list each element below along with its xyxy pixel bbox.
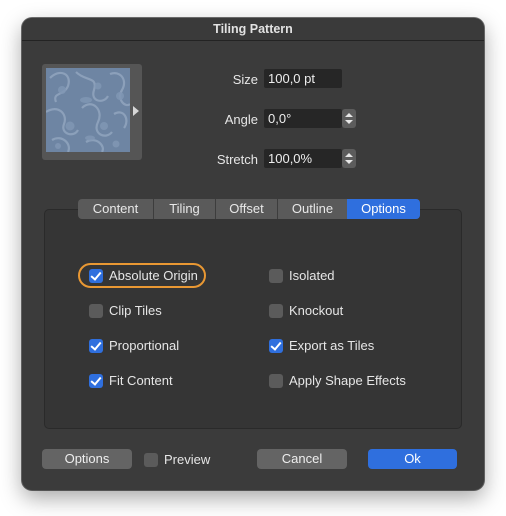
tab-offset[interactable]: Offset bbox=[215, 199, 277, 219]
angle-field[interactable]: 0,0° bbox=[264, 109, 342, 128]
stepper-up-icon[interactable] bbox=[345, 113, 353, 117]
clip-tiles-checkbox[interactable]: Clip Tiles bbox=[89, 303, 162, 318]
tab-outline[interactable]: Outline bbox=[277, 199, 347, 219]
window-title: Tiling Pattern bbox=[22, 18, 484, 41]
options-button[interactable]: Options bbox=[42, 449, 132, 469]
tab-bar: Content Tiling Offset Outline Options bbox=[78, 199, 420, 219]
preview-label: Preview bbox=[164, 452, 211, 467]
size-field[interactable]: 100,0 pt bbox=[264, 69, 342, 88]
knockout-label: Knockout bbox=[289, 303, 344, 318]
absolute-origin-checkbox[interactable]: Absolute Origin bbox=[89, 268, 198, 283]
preview-disclosure-arrow-icon[interactable] bbox=[133, 106, 139, 116]
stepper-down-icon[interactable] bbox=[345, 160, 353, 164]
stretch-stepper[interactable] bbox=[342, 149, 356, 168]
tab-content[interactable]: Content bbox=[78, 199, 153, 219]
preview-checkbox[interactable]: Preview bbox=[144, 452, 210, 467]
pattern-preview-image bbox=[46, 68, 130, 152]
checkbox-unchecked-icon[interactable] bbox=[269, 373, 283, 388]
tab-tiling[interactable]: Tiling bbox=[153, 199, 215, 219]
checkbox-checked-icon[interactable] bbox=[89, 338, 103, 353]
export-as-tiles-checkbox[interactable]: Export as Tiles bbox=[269, 338, 374, 353]
stretch-label: Stretch bbox=[216, 152, 258, 167]
checkbox-unchecked-icon[interactable] bbox=[89, 303, 103, 318]
isolated-checkbox[interactable]: Isolated bbox=[269, 268, 335, 283]
checkbox-checked-icon[interactable] bbox=[269, 338, 283, 353]
clip-tiles-label: Clip Tiles bbox=[109, 303, 162, 318]
export-as-tiles-label: Export as Tiles bbox=[289, 338, 375, 353]
checkbox-unchecked-icon[interactable] bbox=[144, 452, 158, 467]
checkbox-checked-icon[interactable] bbox=[89, 268, 103, 283]
stretch-field[interactable]: 100,0% bbox=[264, 149, 342, 168]
damask-pattern-graphic bbox=[46, 68, 130, 152]
angle-label: Angle bbox=[224, 112, 258, 127]
apply-shape-effects-checkbox[interactable]: Apply Shape Effects bbox=[269, 373, 406, 388]
checkbox-unchecked-icon[interactable] bbox=[269, 303, 283, 318]
size-label: Size bbox=[232, 72, 258, 87]
fit-content-label: Fit Content bbox=[109, 373, 173, 388]
proportional-label: Proportional bbox=[109, 338, 180, 353]
fit-content-checkbox[interactable]: Fit Content bbox=[89, 373, 173, 388]
stepper-up-icon[interactable] bbox=[345, 153, 353, 157]
checkbox-unchecked-icon[interactable] bbox=[269, 268, 283, 283]
tiling-pattern-dialog: Tiling Pattern Size 100,0 pt Angle 0,0° … bbox=[22, 18, 484, 490]
isolated-label: Isolated bbox=[289, 268, 335, 283]
proportional-checkbox[interactable]: Proportional bbox=[89, 338, 179, 353]
cancel-button[interactable]: Cancel bbox=[257, 449, 347, 469]
pattern-preview-well[interactable] bbox=[42, 64, 142, 160]
stepper-down-icon[interactable] bbox=[345, 120, 353, 124]
ok-button[interactable]: Ok bbox=[368, 449, 457, 469]
angle-stepper[interactable] bbox=[342, 109, 356, 128]
absolute-origin-label: Absolute Origin bbox=[109, 268, 198, 283]
knockout-checkbox[interactable]: Knockout bbox=[269, 303, 343, 318]
checkbox-checked-icon[interactable] bbox=[89, 373, 103, 388]
apply-shape-effects-label: Apply Shape Effects bbox=[289, 373, 406, 388]
tab-options[interactable]: Options bbox=[347, 199, 420, 219]
options-tab-panel bbox=[44, 209, 462, 429]
